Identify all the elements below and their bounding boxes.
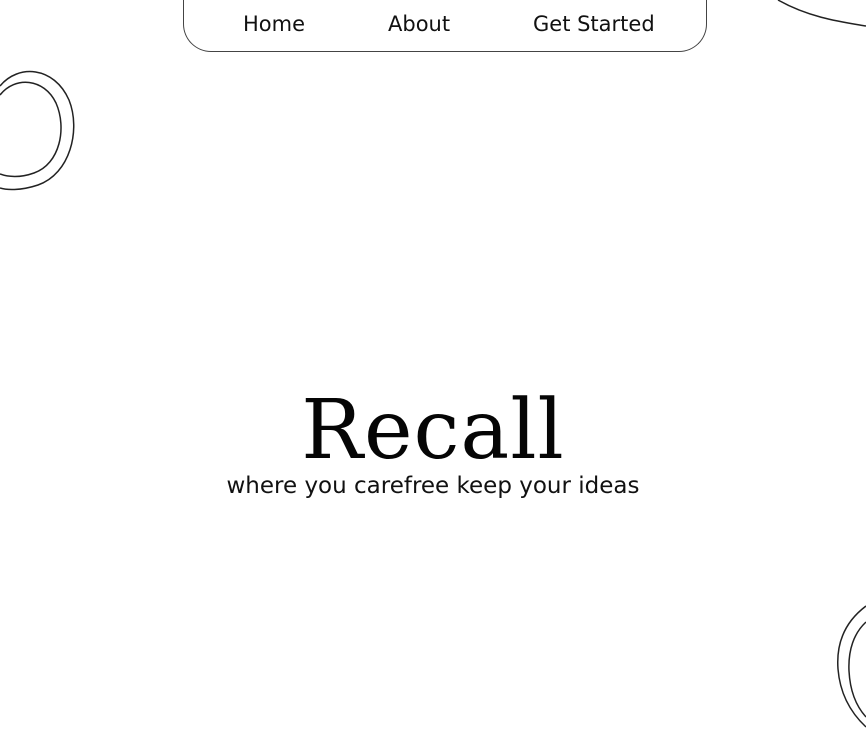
hero-section: Recall where you carefree keep your idea…	[0, 385, 866, 501]
top-right-curve-line	[777, 0, 866, 27]
page-subtitle: where you carefree keep your ideas	[226, 473, 640, 499]
nav-get-started-link[interactable]: Get Started	[533, 10, 655, 38]
nav-home-link[interactable]: Home	[243, 10, 305, 38]
top-navigation: Home About Get Started	[183, 0, 707, 52]
left-egg-outer-outline	[0, 70, 75, 191]
decorative-outline-shapes	[0, 0, 866, 728]
nav-about-link[interactable]: About	[388, 10, 450, 38]
right-bottom-outer-outline	[837, 605, 866, 728]
left-egg-inner-outline	[0, 81, 62, 178]
page-title: Recall	[301, 383, 565, 478]
right-bottom-inner-outline	[848, 621, 866, 718]
